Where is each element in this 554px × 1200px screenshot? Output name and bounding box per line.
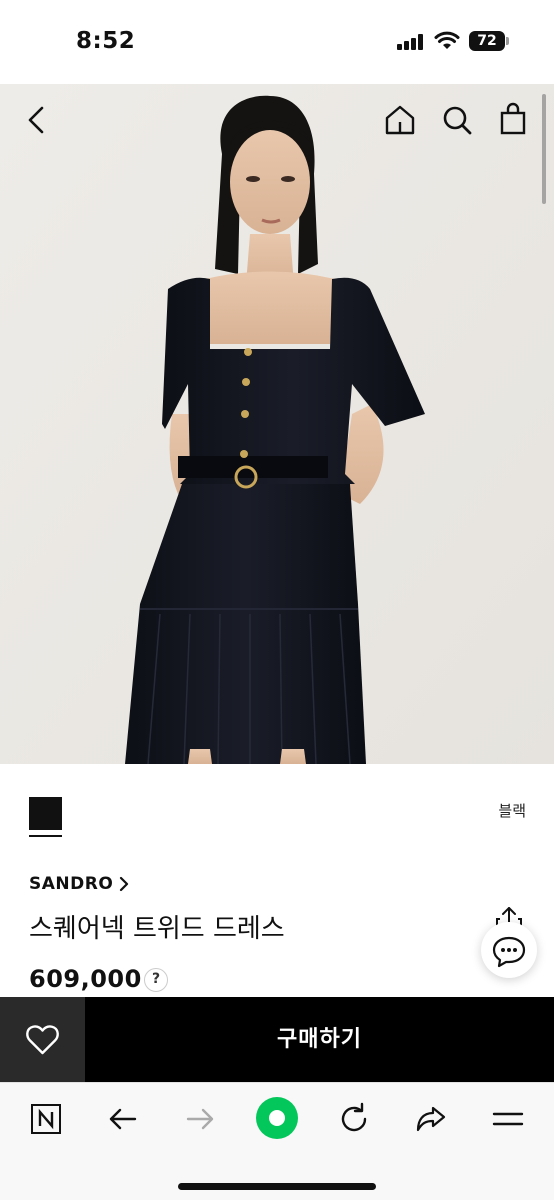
product-photo (0, 84, 554, 764)
buy-button[interactable]: 구매하기 (85, 997, 554, 1082)
color-swatch-selected[interactable] (29, 797, 62, 830)
refresh-icon[interactable] (334, 1099, 374, 1139)
browser-toolbar (0, 1082, 554, 1200)
product-price: 609,000 (29, 965, 142, 993)
arrow-left-icon[interactable] (103, 1099, 143, 1139)
home-indicator[interactable] (178, 1183, 376, 1190)
brand-name: SANDRO (29, 874, 114, 894)
brand-link[interactable]: SANDRO (29, 874, 129, 894)
status-bar: 8:52 72 (0, 0, 554, 84)
price-help-button[interactable]: ? (144, 968, 168, 992)
wishlist-button[interactable] (0, 997, 85, 1082)
color-name: 블랙 (498, 802, 526, 820)
chevron-left-icon[interactable] (18, 100, 58, 140)
product-title: 스퀘어넥 트위드 드레스 (29, 914, 285, 944)
arrow-right-icon[interactable] (180, 1099, 220, 1139)
share-arrow-icon[interactable] (411, 1099, 451, 1139)
shopping-bag-icon[interactable] (493, 100, 533, 140)
home-icon[interactable] (380, 100, 420, 140)
heart-outline-icon (26, 1025, 59, 1055)
wifi-icon (434, 31, 460, 49)
purchase-bar: 구매하기 (0, 997, 554, 1082)
status-time: 8:52 (76, 28, 136, 54)
swatch-selected-indicator (29, 835, 62, 837)
scrollbar[interactable] (542, 94, 546, 204)
product-image[interactable] (0, 84, 554, 764)
green-circle-icon[interactable] (254, 1095, 300, 1141)
menu-icon[interactable] (488, 1099, 528, 1139)
search-icon[interactable] (437, 100, 477, 140)
chat-bubble-icon (492, 936, 526, 968)
chevron-right-icon (120, 876, 129, 892)
battery-icon: 72 (469, 31, 509, 51)
cellular-signal-icon (397, 34, 427, 50)
battery-level: 72 (469, 31, 505, 51)
chat-button[interactable] (481, 922, 537, 978)
naver-n-icon[interactable] (26, 1099, 66, 1139)
